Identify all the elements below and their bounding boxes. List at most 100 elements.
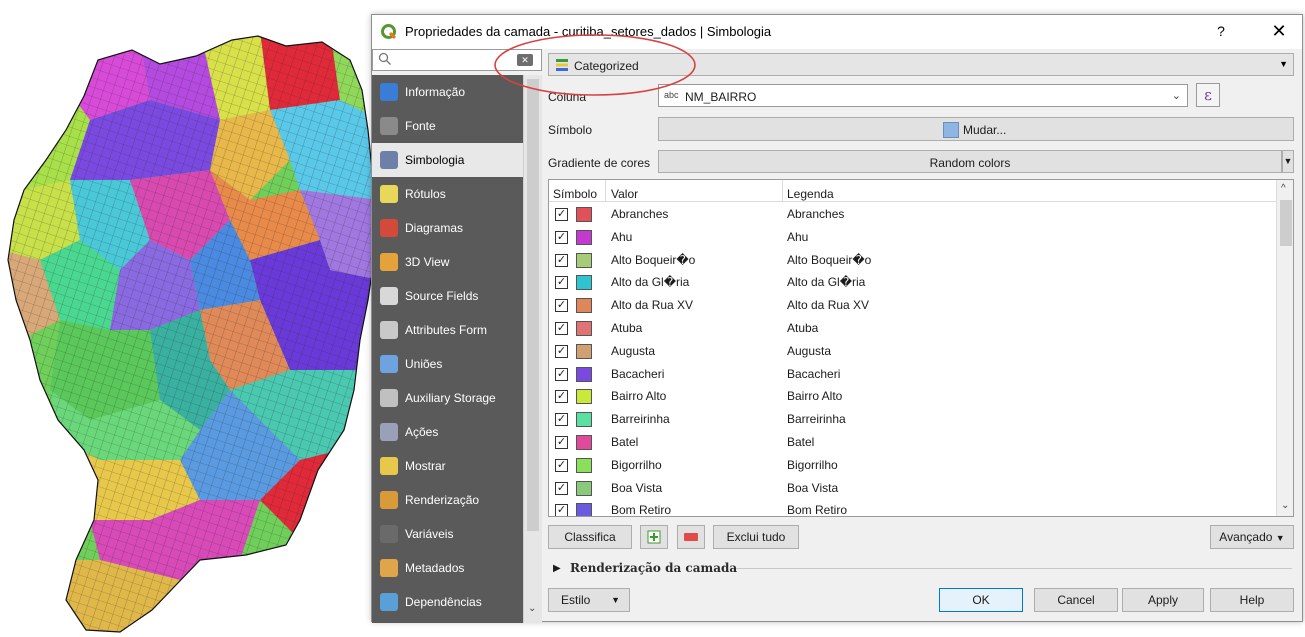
style-button[interactable]: Estilo ▼ xyxy=(548,588,630,612)
color-ramp-dropdown-icon[interactable]: ▼ xyxy=(1282,150,1294,173)
sidebar-scroll-thumb[interactable] xyxy=(527,79,539,531)
sidebar-item-source-fields[interactable]: Source Fields xyxy=(372,279,523,313)
header-value[interactable]: Valor xyxy=(611,187,638,201)
category-symbol-swatch[interactable] xyxy=(576,298,592,314)
change-symbol-button[interactable]: Mudar... xyxy=(658,117,1294,141)
minus-icon xyxy=(684,533,698,541)
table-row[interactable]: ✓ Batel Batel xyxy=(549,430,1276,453)
table-row[interactable]: ✓ Atuba Atuba xyxy=(549,316,1276,339)
category-symbol-swatch[interactable] xyxy=(576,457,592,473)
category-checkbox[interactable]: ✓ xyxy=(555,321,568,335)
header-symbol[interactable]: Símbolo xyxy=(553,187,597,201)
remove-category-button[interactable] xyxy=(677,525,705,549)
delete-all-button[interactable]: Exclui tudo xyxy=(713,525,799,549)
sidebar-item-auxiliary-storage[interactable]: Auxiliary Storage xyxy=(372,381,523,415)
table-row[interactable]: ✓ Bom Retiro Bom Retiro xyxy=(549,498,1276,516)
category-value: Bacacheri xyxy=(611,366,665,381)
table-row[interactable]: ✓ Boa Vista Boa Vista xyxy=(549,476,1276,499)
sidebar-item-simbologia[interactable]: Simbologia xyxy=(372,143,523,177)
scroll-up-icon[interactable]: ^ xyxy=(1281,183,1286,194)
category-symbol-swatch[interactable] xyxy=(576,480,592,496)
advanced-button[interactable]: Avançado ▼ xyxy=(1210,525,1294,549)
scroll-down-icon[interactable]: ⌄ xyxy=(1281,500,1289,511)
clear-search-icon[interactable]: ✕ xyxy=(517,54,533,66)
category-symbol-swatch[interactable] xyxy=(576,229,592,245)
sidebar-item-depend-ncias[interactable]: Dependências xyxy=(372,585,523,619)
table-row[interactable]: ✓ Bigorrilho Bigorrilho xyxy=(549,453,1276,476)
sidebar-item-3d-view[interactable]: 3D View xyxy=(372,245,523,279)
category-symbol-swatch[interactable] xyxy=(576,503,592,516)
sidebar-item-mostrar[interactable]: Mostrar xyxy=(372,449,523,483)
table-row[interactable]: ✓ Alto da Gl�ria Alto da Gl�ria xyxy=(549,270,1276,293)
sidebar-item-vari-veis[interactable]: Variáveis xyxy=(372,517,523,551)
category-checkbox[interactable]: ✓ xyxy=(555,458,568,472)
category-checkbox[interactable]: ✓ xyxy=(555,276,568,290)
sidebar-scrollbar[interactable]: ⌄ xyxy=(523,75,542,623)
category-symbol-swatch[interactable] xyxy=(576,434,592,450)
sidebar-item-fonte[interactable]: Fonte xyxy=(372,109,523,143)
categories-table[interactable]: Símbolo Valor Legenda ✓ Abranches Abranche… xyxy=(548,179,1294,517)
layer-rendering-section[interactable]: Renderização da camada xyxy=(570,561,737,575)
table-row[interactable]: ✓ Alto Boqueir�o Alto Boqueir�o xyxy=(549,248,1276,271)
sidebar-item-a-es[interactable]: Ações xyxy=(372,415,523,449)
category-checkbox[interactable]: ✓ xyxy=(555,413,568,427)
table-scrollbar[interactable]: ^ ⌄ xyxy=(1276,180,1293,516)
help-button[interactable]: Help xyxy=(1210,588,1294,612)
title-bar[interactable]: Propriedades da camada - curitiba_setore… xyxy=(372,15,1302,49)
table-row[interactable]: ✓ Alto da Rua XV Alto da Rua XV xyxy=(549,293,1276,316)
apply-button[interactable]: Apply xyxy=(1122,588,1204,612)
category-symbol-swatch[interactable] xyxy=(576,275,592,291)
sidebar-item-label: Uniões xyxy=(405,357,443,371)
help-icon[interactable]: ? xyxy=(1210,20,1232,42)
chevron-down-icon: ▼ xyxy=(611,595,620,605)
sidebar-search-input[interactable]: ✕ xyxy=(372,49,542,71)
category-symbol-swatch[interactable] xyxy=(576,207,592,222)
category-checkbox[interactable]: ✓ xyxy=(555,344,568,358)
info-icon xyxy=(380,83,398,101)
category-symbol-swatch[interactable] xyxy=(576,366,592,382)
category-checkbox[interactable]: ✓ xyxy=(555,230,568,244)
category-checkbox[interactable]: ✓ xyxy=(555,504,568,516)
renderer-type-select[interactable]: Categorized ▼ xyxy=(548,53,1294,76)
classify-button[interactable]: Classifica xyxy=(548,525,632,549)
category-symbol-swatch[interactable] xyxy=(576,320,592,336)
cancel-button[interactable]: Cancel xyxy=(1034,588,1118,612)
table-row[interactable]: ✓ Ahu Ahu xyxy=(549,225,1276,248)
sidebar-item-informa-o[interactable]: Informação xyxy=(372,75,523,109)
category-symbol-swatch[interactable] xyxy=(576,343,592,359)
table-row[interactable]: ✓ Abranches Abranches xyxy=(549,202,1276,225)
table-row[interactable]: ✓ Augusta Augusta xyxy=(549,339,1276,362)
category-symbol-swatch[interactable] xyxy=(576,389,592,405)
category-checkbox[interactable]: ✓ xyxy=(555,253,568,267)
sidebar-item-attributes-form[interactable]: Attributes Form xyxy=(372,313,523,347)
sidebar-item-label: Mostrar xyxy=(405,459,446,473)
close-icon[interactable]: ✕ xyxy=(1268,20,1290,42)
sidebar-item-label: Fonte xyxy=(405,119,436,133)
map-canvas[interactable] xyxy=(0,0,380,637)
table-row[interactable]: ✓ Bairro Alto Bairro Alto xyxy=(549,384,1276,407)
sidebar-item-uni-es[interactable]: Uniões xyxy=(372,347,523,381)
category-symbol-swatch[interactable] xyxy=(576,252,592,268)
sidebar-item-diagramas[interactable]: Diagramas xyxy=(372,211,523,245)
scroll-down-icon[interactable]: ⌄ xyxy=(528,603,536,614)
header-legend[interactable]: Legenda xyxy=(787,187,834,201)
category-symbol-swatch[interactable] xyxy=(576,412,592,428)
ok-button[interactable]: OK xyxy=(939,588,1023,612)
sidebar-item-renderiza-o[interactable]: Renderização xyxy=(372,483,523,517)
category-checkbox[interactable]: ✓ xyxy=(555,435,568,449)
table-row[interactable]: ✓ Barreirinha Barreirinha xyxy=(549,407,1276,430)
category-checkbox[interactable]: ✓ xyxy=(555,299,568,313)
add-category-button[interactable] xyxy=(640,525,668,549)
category-checkbox[interactable]: ✓ xyxy=(555,367,568,381)
column-select[interactable]: abc NM_BAIRRO ⌄ xyxy=(658,84,1188,107)
expression-button[interactable]: ε xyxy=(1196,83,1220,107)
sidebar-item-r-tulos[interactable]: Rótulos xyxy=(372,177,523,211)
category-checkbox[interactable]: ✓ xyxy=(555,208,568,221)
category-checkbox[interactable]: ✓ xyxy=(555,481,568,495)
sidebar-item-metadados[interactable]: Metadados xyxy=(372,551,523,585)
color-ramp-select[interactable]: Random colors xyxy=(658,150,1282,173)
category-checkbox[interactable]: ✓ xyxy=(555,390,568,404)
expand-arrow-icon[interactable]: ▶ xyxy=(553,563,561,574)
table-row[interactable]: ✓ Bacacheri Bacacheri xyxy=(549,362,1276,385)
table-scroll-thumb[interactable] xyxy=(1280,200,1292,246)
